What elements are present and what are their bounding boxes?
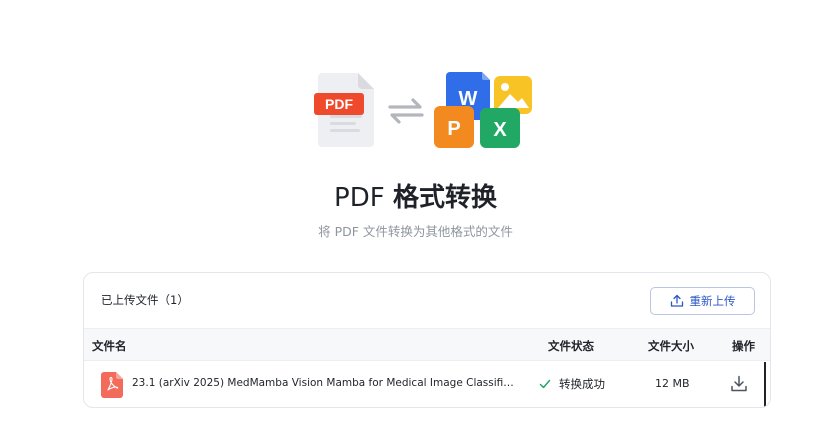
office-formats-icon: W P X	[434, 72, 532, 148]
uploaded-files-card: 已上传文件（1） 重新上传 文件名 文件状态 文件大小 操作 23.1 (arX…	[83, 272, 771, 408]
ppt-letter: P	[447, 118, 460, 140]
pdf-badge-text: PDF	[325, 96, 353, 112]
page-subtitle: 将 PDF 文件转换为其他格式的文件	[318, 224, 513, 239]
reupload-button-label: 重新上传	[689, 294, 736, 308]
status-badge: 转换成功	[539, 376, 605, 392]
status-text: 转换成功	[559, 377, 605, 391]
column-header-name: 文件名	[92, 339, 127, 353]
hero-illustration: PDF W P X	[0, 66, 831, 156]
card-header: 已上传文件（1） 重新上传	[84, 273, 770, 327]
column-header-status: 文件状态	[548, 339, 594, 353]
pdf-file-icon: PDF	[314, 73, 374, 147]
pdf-file-row-icon	[101, 372, 123, 398]
table-row: 23.1 (arXiv 2025) MedMamba Vision Mamba …	[84, 362, 770, 407]
powerpoint-icon: P	[434, 106, 474, 148]
file-size: 12 MB	[655, 377, 690, 390]
excel-icon: X	[480, 108, 520, 148]
excel-letter: X	[493, 119, 507, 141]
scrollbar[interactable]	[764, 362, 766, 407]
page-title-main: 格式转换	[392, 183, 497, 213]
download-icon[interactable]	[729, 374, 749, 394]
uploaded-count-label: 已上传文件（1）	[101, 293, 189, 307]
page-title: PDF 格式转换	[0, 181, 831, 215]
upload-icon	[670, 294, 683, 307]
column-header-size: 文件大小	[648, 339, 694, 353]
file-name: 23.1 (arXiv 2025) MedMamba Vision Mamba …	[132, 377, 517, 389]
column-header-action: 操作	[732, 339, 755, 353]
reupload-button[interactable]: 重新上传	[650, 287, 755, 315]
table-header: 文件名 文件状态 文件大小 操作	[84, 328, 770, 361]
page-title-prefix: PDF	[334, 183, 385, 213]
check-icon	[539, 379, 551, 389]
convert-arrows-icon	[388, 98, 424, 124]
